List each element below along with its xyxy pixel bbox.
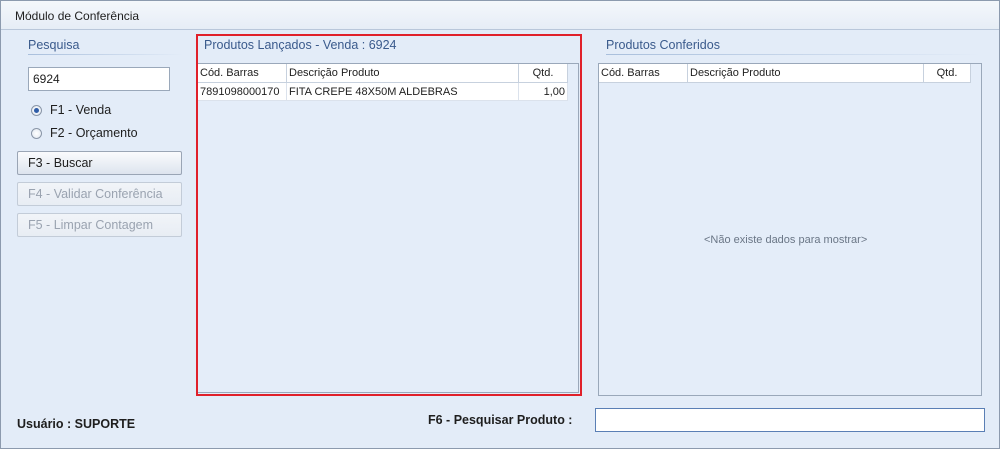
column-header-barcode[interactable]: Cód. Barras <box>198 64 287 82</box>
checked-grid-header: Cód. Barras Descrição Produto Qtd. <box>599 64 971 83</box>
search-button[interactable]: F3 - Buscar <box>17 151 182 175</box>
checked-products-grid[interactable]: Cód. Barras Descrição Produto Qtd. <Não … <box>598 63 982 396</box>
empty-grid-message: <Não existe dados para mostrar> <box>704 234 868 246</box>
launched-grid-header: Cód. Barras Descrição Produto Qtd. <box>198 64 568 83</box>
column-header-description[interactable]: Descrição Produto <box>688 64 924 82</box>
current-user-label: Usuário : SUPORTE <box>17 417 136 431</box>
radio-venda[interactable]: F1 - Venda <box>31 102 111 118</box>
search-section-divider <box>28 54 183 55</box>
column-header-description[interactable]: Descrição Produto <box>287 64 519 82</box>
window-title: Módulo de Conferência <box>15 9 140 23</box>
cell-description: FITA CREPE 48X50M ALDEBRAS <box>287 83 519 101</box>
title-bar: Módulo de Conferência <box>1 1 999 30</box>
launched-products-grid[interactable]: Cód. Barras Descrição Produto Qtd. 78910… <box>197 63 579 393</box>
column-header-barcode[interactable]: Cód. Barras <box>599 64 688 82</box>
cell-barcode: 7891098000170 <box>198 83 287 101</box>
column-header-qty[interactable]: Qtd. <box>924 64 971 82</box>
radio-orcamento[interactable]: F2 - Orçamento <box>31 125 138 141</box>
radio-orcamento-label: F2 - Orçamento <box>50 126 138 140</box>
validate-conference-button[interactable]: F4 - Validar Conferência <box>17 182 182 206</box>
column-header-qty[interactable]: Qtd. <box>519 64 568 82</box>
clear-count-button[interactable]: F5 - Limpar Contagem <box>17 213 182 237</box>
search-section-title: Pesquisa <box>28 38 80 52</box>
conference-window: Módulo de Conferência Pesquisa 6924 F1 -… <box>0 0 1000 449</box>
checked-section-divider <box>606 54 981 55</box>
radio-orcamento-indicator[interactable] <box>31 127 42 139</box>
launched-products-title: Produtos Lançados - Venda : 6924 <box>204 38 397 52</box>
checked-products-title: Produtos Conferidos <box>606 38 720 52</box>
search-product-input[interactable] <box>595 408 985 432</box>
cell-qty: 1,00 <box>519 83 568 101</box>
radio-venda-label: F1 - Venda <box>50 103 112 117</box>
radio-venda-indicator[interactable] <box>31 104 42 116</box>
order-number-input[interactable]: 6924 <box>28 67 170 91</box>
table-row[interactable]: 7891098000170 FITA CREPE 48X50M ALDEBRAS… <box>198 83 568 101</box>
search-product-label: F6 - Pesquisar Produto : <box>428 413 573 427</box>
